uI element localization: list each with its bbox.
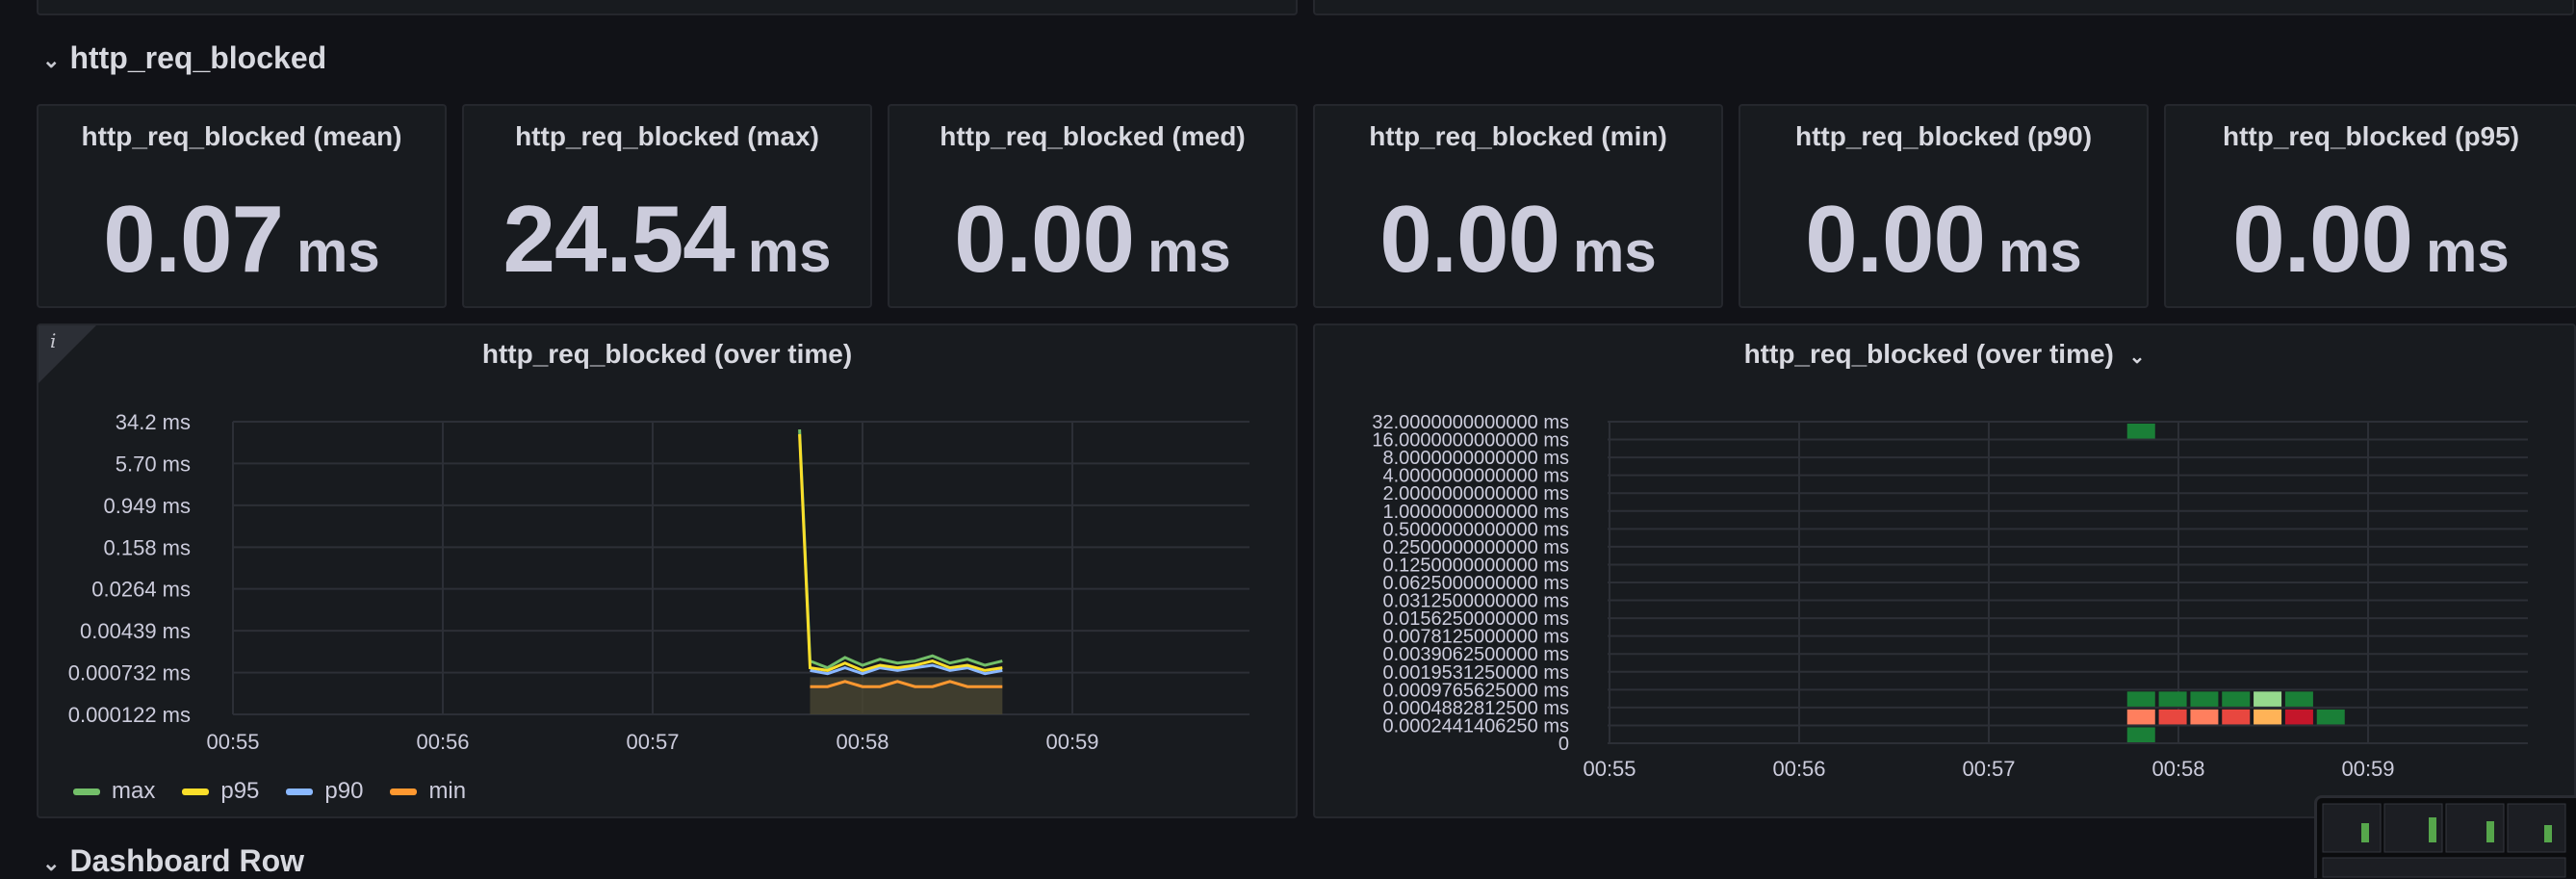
stat-unit: ms	[1998, 220, 2082, 284]
stat-panel[interactable]: http_req_blocked (med) 0.00 ms	[888, 104, 1298, 308]
stat-value: 0.00 ms	[2166, 185, 2576, 294]
heatmap-cell	[2284, 691, 2313, 707]
heatmap-cell	[2254, 709, 2282, 725]
stat-unit: ms	[296, 220, 380, 284]
heatmap-cell	[2222, 709, 2251, 725]
stat-value: 0.00 ms	[1315, 185, 1721, 294]
chevron-down-icon: ⌄	[42, 47, 61, 72]
y-tick-label: 0.0264 ms	[91, 578, 191, 602]
x-tick-label: 00:55	[206, 730, 259, 754]
legend-label: p90	[324, 778, 364, 804]
row-header-http-req-blocked[interactable]: ⌄ http_req_blocked	[42, 40, 326, 76]
x-tick-label: 00:58	[836, 730, 889, 754]
heatmap-cell	[2126, 424, 2155, 439]
heatmap-cell	[2126, 727, 2155, 742]
heatmap-y-label: 32.0000000000000 ms	[1372, 412, 1569, 433]
x-tick-label: 00:59	[1045, 730, 1098, 754]
series-line-p95	[798, 433, 1003, 672]
heatmap-cell	[2158, 709, 2187, 725]
heatmap-x-label: 00:59	[2341, 757, 2394, 781]
chevron-down-icon: ⌄	[42, 850, 61, 875]
legend-item-min[interactable]: min	[390, 778, 466, 805]
heatmap-cell	[2190, 709, 2219, 725]
stat-panel[interactable]: http_req_blocked (p95) 0.00 ms	[2164, 104, 2576, 308]
stat-number: 0.07	[103, 186, 284, 292]
stat-title: http_req_blocked (min)	[1369, 121, 1667, 151]
heatmap-cell	[2126, 691, 2155, 707]
stat-value: 0.00 ms	[1740, 185, 2147, 294]
heatmap-chart[interactable]: 00.0002441406250 ms0.0004882812500 ms0.0…	[1315, 325, 2576, 816]
legend-label: p95	[220, 778, 260, 804]
legend-swatch	[73, 788, 100, 795]
heatmap-cell	[2126, 709, 2155, 725]
stat-value: 0.07 ms	[39, 185, 445, 294]
y-tick-label: 0.000732 ms	[68, 661, 191, 685]
stat-number: 24.54	[502, 186, 735, 292]
legend-swatch	[390, 788, 418, 795]
stat-number: 0.00	[1379, 186, 1560, 292]
stat-title: http_req_blocked (p95)	[2222, 121, 2520, 151]
stat-panel[interactable]: http_req_blocked (mean) 0.07 ms	[37, 104, 447, 308]
row-header-dashboard-row[interactable]: ⌄ Dashboard Row	[42, 843, 304, 879]
legend-swatch	[182, 788, 210, 795]
x-tick-label: 00:56	[416, 730, 469, 754]
previous-panel-right	[1313, 0, 2574, 15]
previous-panel-left	[37, 0, 1298, 15]
heatmap-x-label: 00:55	[1583, 757, 1636, 781]
y-tick-label: 0.000122 ms	[68, 703, 191, 727]
legend-label: max	[112, 778, 156, 804]
heatmap-cell	[2190, 691, 2219, 707]
timeseries-chart[interactable]: 0.000122 ms 0.000732 ms 0.00439 ms 0.0264 m…	[39, 325, 1296, 816]
heatmap-x-label: 00:56	[1772, 757, 1825, 781]
legend-item-p95[interactable]: p95	[182, 778, 259, 805]
stat-unit: ms	[747, 220, 832, 284]
heatmap-cell	[2222, 691, 2251, 707]
timeseries-legend: max p95 p90 min	[73, 778, 466, 805]
minimap-preview	[2322, 803, 2566, 878]
heatmap-cell	[2284, 709, 2313, 725]
row-title-dashboard: Dashboard Row	[69, 843, 305, 878]
stat-unit: ms	[1147, 220, 1231, 284]
y-tick-label: 0.158 ms	[104, 535, 192, 559]
timeseries-panel[interactable]: i http_req_blocked (over time) 0.000122 …	[37, 323, 1298, 818]
stat-value: 24.54 ms	[464, 185, 870, 294]
heatmap-cell	[2254, 691, 2282, 707]
stat-title: http_req_blocked (p90)	[1794, 121, 2093, 151]
stat-panel[interactable]: http_req_blocked (min) 0.00 ms	[1313, 104, 1723, 308]
heatmap-x-label: 00:57	[1962, 757, 2015, 781]
y-tick-label: 5.70 ms	[116, 452, 191, 476]
y-tick-label: 0.949 ms	[104, 494, 192, 518]
stat-unit: ms	[2426, 220, 2510, 284]
stat-number: 0.00	[1805, 186, 1986, 292]
dashboard-minimap[interactable]	[2314, 795, 2576, 878]
legend-item-max[interactable]: max	[73, 778, 155, 805]
stat-title: http_req_blocked (med)	[940, 121, 1246, 151]
x-tick-label: 00:57	[626, 730, 679, 754]
heatmap-cell	[2158, 691, 2187, 707]
series-line-max	[798, 429, 1003, 670]
stat-panel[interactable]: http_req_blocked (p90) 0.00 ms	[1739, 104, 2149, 308]
stat-number: 0.00	[954, 186, 1135, 292]
legend-label: min	[428, 778, 467, 804]
legend-swatch	[286, 788, 314, 795]
y-tick-label: 0.00439 ms	[80, 619, 191, 643]
row-title: http_req_blocked	[69, 40, 327, 75]
heatmap-x-label: 00:58	[2151, 757, 2204, 781]
stat-title: http_req_blocked (max)	[515, 121, 819, 151]
stat-panel[interactable]: http_req_blocked (max) 24.54 ms	[462, 104, 872, 308]
heatmap-panel[interactable]: http_req_blocked (over time) ⌄ 0 0.000244…	[1313, 323, 2576, 818]
stat-number: 0.00	[2232, 186, 2413, 292]
y-tick-label: 34.2 ms	[116, 410, 191, 434]
heatmap-cell	[2316, 709, 2345, 725]
stat-value: 0.00 ms	[889, 185, 1296, 294]
stat-title: http_req_blocked (mean)	[81, 121, 402, 151]
legend-item-p90[interactable]: p90	[286, 778, 363, 805]
stat-unit: ms	[1573, 220, 1657, 284]
